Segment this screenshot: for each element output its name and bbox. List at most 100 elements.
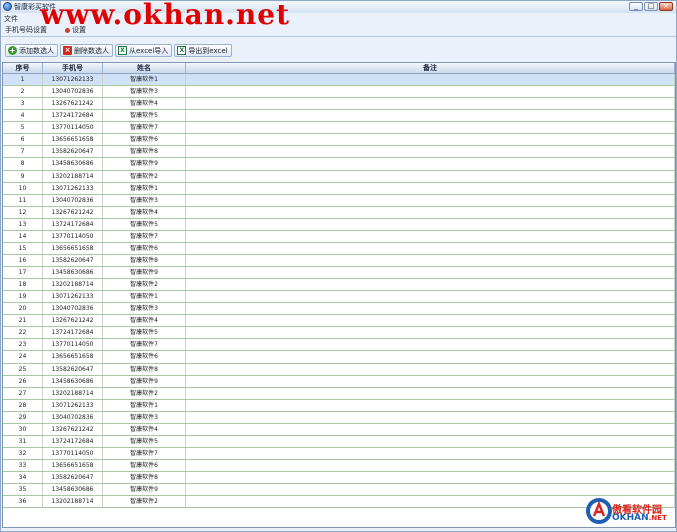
cell-phone[interactable]: 13202188714 [43,496,103,508]
cell-name[interactable]: 智康软件9 [103,375,186,387]
table-row[interactable]: 22 13724172684 智康软件5 [3,327,675,340]
table-row[interactable]: 27 13202188714 智康软件2 [3,387,675,400]
cell-note[interactable] [186,387,675,399]
cell-name[interactable]: 智康软件3 [103,303,186,315]
cell-phone[interactable]: 13724172684 [43,110,103,122]
cell-phone[interactable]: 13267621242 [43,206,103,218]
cell-name[interactable]: 智康软件5 [103,218,186,230]
cell-phone[interactable]: 13656651658 [43,460,103,472]
table-row[interactable]: 7 13582620647 智康软件8 [3,146,675,159]
cell-note[interactable] [186,327,675,339]
cell-note[interactable] [186,122,675,134]
cell-index[interactable]: 36 [3,496,43,508]
cell-phone[interactable]: 13071262133 [43,182,103,194]
cell-note[interactable] [186,460,675,472]
table-row[interactable]: 3 13267621242 智康软件4 [3,98,675,111]
cell-index[interactable]: 30 [3,423,43,435]
cell-phone[interactable]: 13267621242 [43,98,103,110]
column-header-phone[interactable]: 手机号 [43,63,103,73]
cell-index[interactable]: 33 [3,460,43,472]
cell-name[interactable]: 智康软件4 [103,98,186,110]
cell-note[interactable] [186,291,675,303]
cell-name[interactable]: 智康软件9 [103,158,186,170]
table-row[interactable]: 5 13770114050 智康软件7 [3,122,675,135]
table-row[interactable]: 32 13770114050 智康软件7 [3,447,675,460]
cell-phone[interactable]: 13656651658 [43,134,103,146]
cell-index[interactable]: 5 [3,122,43,134]
cell-phone[interactable]: 13267621242 [43,315,103,327]
cell-name[interactable]: 智康软件2 [103,387,186,399]
cell-index[interactable]: 12 [3,206,43,218]
cell-note[interactable] [186,447,675,459]
cell-name[interactable]: 智康软件1 [103,74,186,86]
table-row[interactable]: 29 13040702836 智康软件3 [3,411,675,424]
cell-name[interactable]: 智康软件5 [103,110,186,122]
column-header-name[interactable]: 姓名 [103,63,186,73]
cell-note[interactable] [186,170,675,182]
cell-name[interactable]: 智康软件8 [103,146,186,158]
cell-note[interactable] [186,267,675,279]
table-row[interactable]: 33 13656651658 智康软件6 [3,460,675,473]
table-row[interactable]: 13 13724172684 智康软件5 [3,218,675,231]
cell-note[interactable] [186,399,675,411]
cell-index[interactable]: 18 [3,279,43,291]
table-row[interactable]: 26 13458630686 智康软件9 [3,375,675,388]
table-row[interactable]: 4 13724172684 智康软件5 [3,110,675,123]
cell-name[interactable]: 智康软件3 [103,86,186,98]
cell-index[interactable]: 16 [3,254,43,266]
cell-index[interactable]: 27 [3,387,43,399]
cell-phone[interactable]: 13770114050 [43,447,103,459]
cell-name[interactable]: 智康软件2 [103,279,186,291]
cell-name[interactable]: 智康软件3 [103,194,186,206]
cell-index[interactable]: 25 [3,363,43,375]
cell-phone[interactable]: 13071262133 [43,291,103,303]
cell-name[interactable]: 智康软件7 [103,122,186,134]
export-excel-button[interactable]: X 导出到excel [174,44,232,57]
cell-index[interactable]: 11 [3,194,43,206]
cell-phone[interactable]: 13770114050 [43,339,103,351]
cell-note[interactable] [186,375,675,387]
table-row[interactable]: 36 13202188714 智康软件2 [3,496,675,509]
menu-file[interactable]: 文件 [4,14,18,24]
cell-note[interactable] [186,435,675,447]
cell-phone[interactable]: 13202188714 [43,170,103,182]
cell-note[interactable] [186,242,675,254]
cell-note[interactable] [186,351,675,363]
table-row[interactable]: 20 13040702836 智康软件3 [3,303,675,316]
cell-name[interactable]: 智康软件1 [103,399,186,411]
cell-index[interactable]: 4 [3,110,43,122]
cell-index[interactable]: 1 [3,74,43,86]
table-row[interactable]: 21 13267621242 智康软件4 [3,315,675,328]
cell-index[interactable]: 15 [3,242,43,254]
cell-index[interactable]: 14 [3,230,43,242]
contact-table[interactable]: 序号 手机号 姓名 备注 1 13071262133 智康软件1 2 130407028… [2,62,676,528]
cell-index[interactable]: 34 [3,472,43,484]
cell-index[interactable]: 26 [3,375,43,387]
cell-name[interactable]: 智康软件1 [103,291,186,303]
table-row[interactable]: 19 13071262133 智康软件1 [3,291,675,304]
cell-phone[interactable]: 13458630686 [43,267,103,279]
cell-phone[interactable]: 13656651658 [43,242,103,254]
cell-name[interactable]: 智康软件6 [103,351,186,363]
cell-phone[interactable]: 13267621242 [43,423,103,435]
cell-note[interactable] [186,315,675,327]
cell-note[interactable] [186,158,675,170]
cell-phone[interactable]: 13724172684 [43,218,103,230]
cell-note[interactable] [186,363,675,375]
table-row[interactable]: 25 13582620647 智康软件8 [3,363,675,376]
table-row[interactable]: 31 13724172684 智康软件5 [3,435,675,448]
add-contact-button[interactable]: + 添加数选人 [5,44,58,57]
cell-note[interactable] [186,218,675,230]
cell-note[interactable] [186,86,675,98]
cell-phone[interactable]: 13458630686 [43,158,103,170]
cell-name[interactable]: 智康软件2 [103,170,186,182]
table-row[interactable]: 28 13071262133 智康软件1 [3,399,675,412]
cell-index[interactable]: 28 [3,399,43,411]
table-row[interactable]: 10 13071262133 智康软件1 [3,182,675,195]
cell-index[interactable]: 2 [3,86,43,98]
table-row[interactable]: 18 13202188714 智康软件2 [3,279,675,292]
cell-index[interactable]: 7 [3,146,43,158]
cell-phone[interactable]: 13040702836 [43,411,103,423]
cell-note[interactable] [186,182,675,194]
cell-phone[interactable]: 13071262133 [43,399,103,411]
